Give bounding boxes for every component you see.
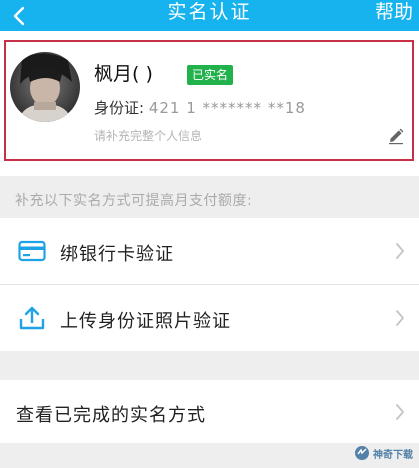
view-completed-methods-row[interactable]: 查看已完成的实名方式	[0, 380, 419, 443]
profile-card[interactable]: 枫月( ) 已实名 身份证: 421 1 ******* **18 请补充完整个…	[0, 31, 419, 176]
verified-badge: 已实名	[187, 65, 234, 85]
help-button[interactable]: 帮助	[375, 0, 413, 31]
chevron-right-icon	[396, 404, 404, 420]
pencil-icon[interactable]	[387, 127, 405, 145]
id-card-label: 身份证:	[94, 99, 145, 117]
avatar-photo	[10, 52, 80, 122]
bank-card-icon	[16, 237, 48, 265]
id-card-line: 身份证: 421 1 ******* **18	[94, 97, 306, 118]
chevron-right-icon	[396, 310, 404, 326]
real-name-auth-page: 实名认证 帮助 枫月( ) 已实名 身份证: 421 1 ******* **1…	[0, 0, 419, 468]
bind-bank-card-label: 绑银行卡验证	[60, 244, 174, 265]
upload-id-photo-row[interactable]: 上传身份证照片验证	[0, 285, 419, 351]
watermark-text: 神奇下载	[373, 449, 413, 461]
upload-icon	[16, 304, 48, 332]
watermark: 神奇下载	[354, 444, 413, 462]
chevron-right-icon	[396, 243, 404, 259]
watermark-logo-icon	[355, 446, 369, 460]
view-completed-methods-label: 查看已完成的实名方式	[16, 405, 206, 426]
avatar[interactable]	[10, 52, 80, 122]
bind-bank-card-row[interactable]: 绑银行卡验证	[0, 218, 419, 284]
page-title: 实名认证	[167, 1, 252, 23]
section-hint: 补充以下实名方式可提高月支付额度:	[15, 193, 253, 209]
user-name: 枫月( )	[94, 63, 153, 85]
nav-header: 实名认证 帮助	[0, 0, 419, 31]
complete-info-hint[interactable]: 请补充完整个人信息	[94, 127, 202, 144]
upload-id-photo-label: 上传身份证照片验证	[60, 311, 231, 332]
id-card-number: 421 1 ******* **18	[148, 99, 306, 117]
